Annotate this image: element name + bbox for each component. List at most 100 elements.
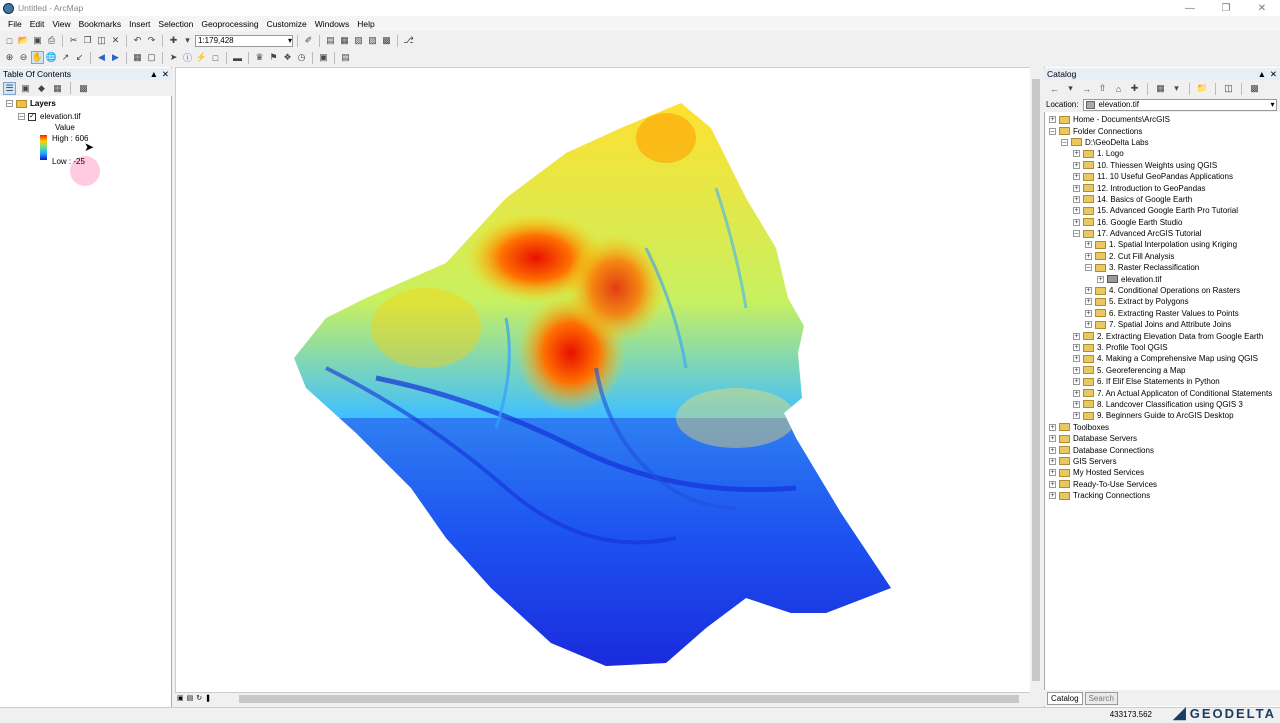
expand-icon[interactable]: +	[1073, 184, 1080, 192]
expand-icon[interactable]: +	[1073, 355, 1080, 363]
catalog-tree-item[interactable]: +3. Profile Tool QGIS	[1044, 342, 1280, 353]
catalog-tree-item[interactable]: +10. Thiessen Weights using QGIS	[1044, 160, 1280, 171]
catalog-tree-item[interactable]: + Database Servers	[1044, 433, 1280, 444]
collapse-icon[interactable]: –	[1073, 230, 1080, 238]
expand-icon[interactable]: +	[1097, 275, 1104, 283]
refresh-icon[interactable]: ↻	[196, 694, 202, 702]
collapse-icon[interactable]: –	[1049, 127, 1056, 135]
catalog-tree-item[interactable]: +7. Spatial Joins and Attribute Joins	[1044, 319, 1280, 330]
arctoolbox-icon[interactable]: ▨	[366, 34, 379, 47]
expand-icon[interactable]: +	[1073, 366, 1080, 374]
up-one-level-icon[interactable]: ⇧	[1096, 82, 1109, 95]
catalog-tree-item[interactable]: +14. Basics of Google Earth	[1044, 194, 1280, 205]
expand-icon[interactable]: +	[1085, 298, 1092, 306]
expand-icon[interactable]: +	[1073, 161, 1080, 169]
chevron-down-icon[interactable]: ▾	[1270, 100, 1274, 109]
chevron-down-icon[interactable]: ▾	[181, 34, 194, 47]
toc-window-icon[interactable]: ▤	[324, 34, 337, 47]
new-folder-icon[interactable]: 📁	[1196, 82, 1209, 95]
save-icon[interactable]: ▣	[31, 34, 44, 47]
catalog-tree-item[interactable]: +16. Google Earth Studio	[1044, 217, 1280, 228]
paste-icon[interactable]: ◫	[95, 34, 108, 47]
catalog-tree-item[interactable]: +6. Extracting Raster Values to Points	[1044, 308, 1280, 319]
scroll-thumb[interactable]	[239, 695, 1019, 703]
menu-view[interactable]: View	[48, 19, 74, 29]
back-icon[interactable]: ◀	[95, 51, 108, 64]
scroll-thumb[interactable]	[1032, 79, 1040, 681]
layout-icon[interactable]: ▤	[339, 51, 352, 64]
editor-icon[interactable]: ✐	[302, 34, 315, 47]
catalog-tree-item[interactable]: + elevation.tif	[1044, 273, 1280, 284]
pin-icon[interactable]: ▲	[150, 69, 158, 79]
pause-icon[interactable]: ❚	[205, 694, 211, 702]
expand-icon[interactable]: +	[1049, 423, 1056, 431]
expand-icon[interactable]: +	[1049, 446, 1056, 454]
catalog-tree-item[interactable]: +4. Conditional Operations on Rasters	[1044, 285, 1280, 296]
catalog-tree-item[interactable]: +7. An Actual Applicaton of Conditional …	[1044, 387, 1280, 398]
expand-icon[interactable]: +	[1073, 173, 1080, 181]
menu-bookmarks[interactable]: Bookmarks	[75, 19, 126, 29]
chevron-down-icon[interactable]: ▾	[1064, 82, 1077, 95]
views-icon[interactable]: ▦	[1154, 82, 1167, 95]
expand-icon[interactable]: +	[1073, 412, 1080, 420]
menu-insert[interactable]: Insert	[125, 19, 154, 29]
map-horizontal-scrollbar[interactable]: ▣ ▤ ↻ ❚	[175, 693, 1031, 705]
expand-icon[interactable]: +	[1073, 344, 1080, 351]
catalog-tree-item[interactable]: +5. Georeferencing a Map	[1044, 365, 1280, 376]
menu-windows[interactable]: Windows	[311, 19, 353, 29]
find-route-icon[interactable]: ⚑	[267, 51, 280, 64]
chevron-down-icon[interactable]: ▾	[1170, 82, 1183, 95]
delete-icon[interactable]: ✕	[109, 34, 122, 47]
list-by-source-icon[interactable]: ▣	[19, 82, 32, 95]
expand-icon[interactable]: +	[1085, 321, 1092, 329]
toggle-contents-icon[interactable]: ◫	[1222, 82, 1235, 95]
list-by-selection-icon[interactable]: ▦	[51, 82, 64, 95]
full-extent-icon[interactable]: 🌐	[45, 51, 58, 64]
menu-customize[interactable]: Customize	[263, 19, 311, 29]
menu-help[interactable]: Help	[353, 19, 378, 29]
catalog-tree-item[interactable]: – 17. Advanced ArcGIS Tutorial	[1044, 228, 1280, 239]
redo-icon[interactable]: ↷	[145, 34, 158, 47]
print-icon[interactable]: ⎙	[45, 34, 58, 47]
open-icon[interactable]: 📂	[17, 34, 30, 47]
catalog-tree-item[interactable]: + Tracking Connections	[1044, 490, 1280, 501]
create-viewer-icon[interactable]: ▣	[317, 51, 330, 64]
select-features-icon[interactable]: ▦	[131, 51, 144, 64]
catalog-tree-item[interactable]: + Ready-To-Use Services	[1044, 479, 1280, 490]
hyperlink-icon[interactable]: ⚡	[195, 51, 208, 64]
expand-icon[interactable]: +	[1073, 218, 1080, 226]
forward-icon[interactable]: ▶	[109, 51, 122, 64]
collapse-icon[interactable]: –	[1061, 138, 1068, 146]
forward-icon[interactable]: →	[1080, 82, 1093, 95]
go-to-xy-icon[interactable]: ❖	[281, 51, 294, 64]
expand-icon[interactable]: +	[1073, 332, 1080, 340]
catalog-tree-item[interactable]: + Home - Documents\ArcGIS	[1044, 114, 1280, 125]
menu-geoprocessing[interactable]: Geoprocessing	[197, 19, 262, 29]
minimize-button[interactable]: —	[1172, 0, 1208, 16]
html-popup-icon[interactable]: □	[209, 51, 222, 64]
catalog-tree-item[interactable]: + GIS Servers	[1044, 456, 1280, 467]
expand-icon[interactable]: +	[1085, 309, 1092, 317]
catalog-tree-item[interactable]: +2. Extracting Elevation Data from Googl…	[1044, 330, 1280, 341]
list-by-drawing-order-icon[interactable]: ☰	[3, 81, 16, 95]
tab-catalog[interactable]: Catalog	[1047, 691, 1083, 705]
expand-icon[interactable]: +	[1085, 252, 1092, 260]
list-by-visibility-icon[interactable]: ◆	[35, 82, 48, 95]
close-button[interactable]: ✕	[1244, 0, 1280, 16]
clear-selection-icon[interactable]: ▢	[145, 51, 158, 64]
restore-button[interactable]: ❐	[1208, 0, 1244, 16]
fixed-zoom-out-icon[interactable]: ↙	[73, 51, 86, 64]
zoom-out-icon[interactable]: ⊖	[17, 51, 30, 64]
menu-file[interactable]: File	[4, 19, 26, 29]
tab-search[interactable]: Search	[1084, 691, 1118, 705]
back-icon[interactable]: ←	[1048, 82, 1061, 95]
layers-label[interactable]: Layers	[30, 99, 56, 108]
cut-icon[interactable]: ✂	[67, 34, 80, 47]
data-view-icon[interactable]: ▣	[177, 694, 184, 702]
select-elements-icon[interactable]: ➤	[167, 51, 180, 64]
connect-folder-icon[interactable]: ✚	[1128, 82, 1141, 95]
close-icon[interactable]: ✕	[1270, 69, 1277, 80]
catalog-tree-item[interactable]: + Toolboxes	[1044, 422, 1280, 433]
undo-icon[interactable]: ↶	[131, 34, 144, 47]
pin-icon[interactable]: ▲	[1258, 69, 1266, 79]
